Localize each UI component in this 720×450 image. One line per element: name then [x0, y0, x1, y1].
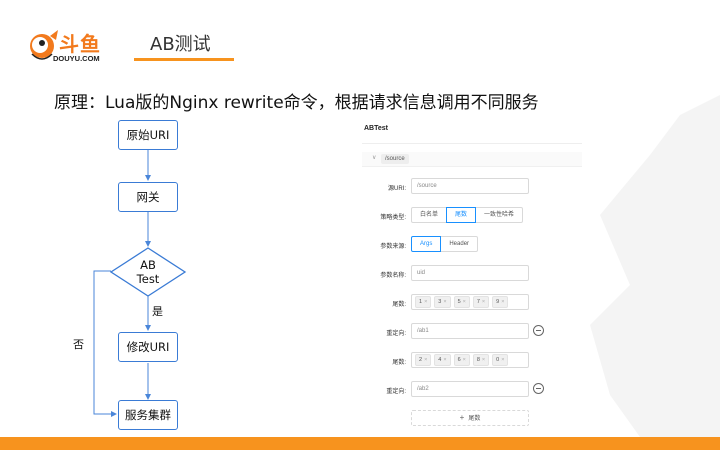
close-icon[interactable]: × — [463, 355, 466, 365]
add-rule-label: 尾数 — [468, 416, 481, 422]
rule1-redirect-input[interactable]: /ab1 — [411, 323, 529, 339]
flow-node-abtest: AB Test — [118, 258, 178, 286]
close-icon[interactable]: × — [501, 297, 504, 307]
chevron-down-icon[interactable]: ∨ — [372, 154, 376, 161]
panel-title: ABTest — [364, 125, 388, 132]
param-name-input[interactable]: uid — [411, 265, 529, 281]
strategy-option-tail[interactable]: 尾数 — [446, 207, 477, 223]
rule2-tail-select[interactable]: 2 × 4 × 6 × 8 × 0 × — [411, 352, 529, 368]
background-watermark — [590, 95, 720, 437]
close-icon[interactable]: × — [424, 297, 427, 307]
path-tag: /source — [381, 154, 409, 164]
tail-tag: 7 × — [472, 296, 490, 308]
tail-tag: 5 × — [453, 296, 470, 308]
rule2-tail-label: 尾数: — [392, 360, 406, 366]
flow-edge-no-label: 否 — [73, 338, 84, 351]
rule2-redirect-input[interactable]: /ab2 — [411, 381, 529, 397]
tail-tag: 6 × — [453, 354, 470, 366]
flow-edge-yes-label: 是 — [152, 305, 163, 318]
close-icon[interactable]: × — [443, 355, 446, 365]
rule1-tail-label: 尾数: — [392, 302, 406, 308]
close-icon[interactable]: × — [482, 355, 485, 365]
section-title: AB测试 — [150, 34, 211, 55]
logo-text: 斗鱼 — [59, 32, 101, 56]
strategy-option-consistent-hash[interactable]: 一致性哈希 — [475, 207, 524, 223]
strategy-option-whitelist[interactable]: 白名单 — [411, 207, 448, 223]
flow-decision-line2: Test — [136, 272, 160, 286]
flow-node-gateway: 网关 — [118, 182, 178, 212]
param-source-option-args[interactable]: Args — [411, 236, 442, 252]
remove-rule-icon[interactable] — [533, 325, 544, 336]
source-uri-label: 源URI: — [387, 186, 406, 192]
remove-rule-icon[interactable] — [533, 383, 544, 394]
tail-tag: 1 × — [415, 296, 432, 308]
flow-decision-line1: AB — [140, 258, 156, 272]
rule1-tail-select[interactable]: 1 × 3 × 5 × 7 × 9 × — [411, 294, 529, 310]
tail-tag: 0 × — [492, 354, 509, 366]
source-uri-input[interactable]: /source — [411, 178, 529, 194]
flow-node-service-cluster: 服务集群 — [118, 400, 178, 430]
add-tail-rule-button[interactable]: + 尾数 — [411, 410, 529, 426]
strategy-label: 策略类型: — [380, 215, 406, 221]
page-subtitle: 原理：Lua版的Nginx rewrite命令，根据请求信息调用不同服务 — [54, 93, 539, 113]
flow-node-modify-uri: 修改URI — [118, 332, 178, 362]
tail-tag: 4 × — [434, 354, 451, 366]
param-name-label: 参数名称: — [380, 273, 406, 279]
rule1-redirect-label: 重定向: — [386, 331, 406, 337]
tail-tag: 8 × — [472, 354, 490, 366]
strategy-radio-group: 白名单 尾数 一致性哈希 — [411, 207, 524, 223]
close-icon[interactable]: × — [501, 355, 504, 365]
flow-node-source-uri: 原始URI — [118, 120, 178, 150]
close-icon[interactable]: × — [463, 297, 466, 307]
logo-domain: DOUYU.COM — [53, 54, 100, 63]
param-source-label: 参数来源: — [380, 244, 406, 250]
close-icon[interactable]: × — [443, 297, 446, 307]
footer-accent-bar — [0, 437, 720, 450]
tail-tag: 3 × — [434, 296, 451, 308]
close-icon[interactable]: × — [424, 355, 427, 365]
param-source-radio-group: Args Header — [411, 236, 479, 252]
tail-tag: 2 × — [415, 354, 432, 366]
panel-divider — [362, 143, 582, 144]
tail-tag: 9 × — [492, 296, 509, 308]
plus-icon: + — [459, 413, 465, 422]
rule2-redirect-label: 重定向: — [386, 389, 406, 395]
close-icon[interactable]: × — [482, 297, 485, 307]
param-source-option-header[interactable]: Header — [440, 236, 479, 252]
section-underline — [134, 58, 234, 61]
